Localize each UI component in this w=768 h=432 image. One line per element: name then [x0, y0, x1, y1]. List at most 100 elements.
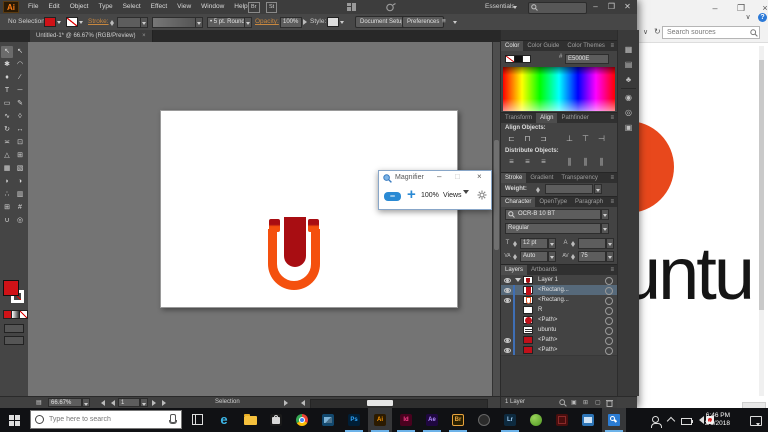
- last-artboard-icon[interactable]: [162, 400, 169, 406]
- media-app-button[interactable]: [576, 408, 600, 432]
- bgwin-collapse-chevron-icon[interactable]: ∨: [743, 13, 753, 23]
- tab-close-icon[interactable]: ×: [142, 33, 146, 39]
- stroke-dropdown-arrow-icon[interactable]: [78, 17, 85, 28]
- mesh-tool[interactable]: ▦: [1, 163, 13, 175]
- target-circle-icon[interactable]: [605, 347, 613, 355]
- width-profile-field[interactable]: [152, 17, 196, 28]
- views-dropdown-arrow-icon[interactable]: [463, 190, 469, 197]
- scale-tool[interactable]: ↔: [14, 124, 26, 136]
- eraser-tool[interactable]: ◊: [14, 111, 26, 123]
- vscroll-thumb[interactable]: [494, 140, 499, 250]
- workspace-dropdown-arrow-icon[interactable]: [512, 2, 520, 13]
- layer-name[interactable]: <Rectang...: [538, 295, 569, 305]
- selection-tool[interactable]: ↖: [1, 46, 13, 58]
- share-hand-icon[interactable]: [386, 3, 396, 12]
- magnifier-titlebar[interactable]: Magnifier – □ ×: [379, 171, 491, 185]
- menu-select[interactable]: Select: [123, 0, 141, 14]
- workspace-switcher[interactable]: Essentials: [485, 0, 515, 15]
- distribute-middle-icon[interactable]: ≡: [521, 156, 534, 167]
- eyedropper-tool[interactable]: ◗: [1, 176, 13, 188]
- hscroll-left-icon[interactable]: [298, 400, 305, 406]
- direct-selection-tool[interactable]: ↖: [14, 46, 26, 58]
- swatches-panel-icon[interactable]: ▦: [622, 44, 635, 55]
- leading-dropdown[interactable]: [606, 238, 614, 249]
- new-layer-icon[interactable]: ▢: [595, 399, 601, 406]
- font-family-field[interactable]: OCR-B 10 BT: [505, 209, 601, 220]
- menu-help[interactable]: Help: [234, 0, 247, 14]
- graph-tool[interactable]: ▥: [14, 189, 26, 201]
- font-style-field[interactable]: Regular: [505, 223, 601, 234]
- bgwin-scrollbar-thumb[interactable]: [759, 60, 764, 310]
- layer-row[interactable]: <Path>: [501, 345, 617, 356]
- layer-name[interactable]: <Rectang...: [538, 285, 569, 295]
- distribute-left-icon[interactable]: ∥: [563, 156, 576, 167]
- logo-right-dot[interactable]: [308, 219, 319, 232]
- align-center-icon[interactable]: ⊓: [521, 133, 534, 144]
- weight-stepper[interactable]: [535, 184, 542, 195]
- shape-builder-tool[interactable]: △: [1, 150, 13, 162]
- maximize-button[interactable]: ❐: [604, 0, 619, 13]
- opacity-field[interactable]: 100%: [280, 17, 302, 28]
- task-view-button[interactable]: [186, 408, 210, 432]
- style-dropdown-arrow-icon[interactable]: [339, 17, 346, 28]
- style-swatch[interactable]: [327, 17, 339, 27]
- logo-u-shape[interactable]: [268, 229, 320, 290]
- libraries-panel-icon[interactable]: ▣: [622, 122, 635, 133]
- indesign-button[interactable]: Id: [394, 408, 418, 432]
- fill-color-swatch[interactable]: [44, 17, 56, 27]
- opacity-arrow-icon[interactable]: [303, 19, 310, 25]
- hidden-icons-chevron[interactable]: [666, 416, 676, 426]
- views-dropdown[interactable]: Views: [443, 192, 462, 199]
- visibility-eye-icon[interactable]: [504, 348, 511, 353]
- stroke-color-swatch[interactable]: [66, 17, 78, 27]
- font-size-dropdown[interactable]: [548, 238, 556, 249]
- stock-button[interactable]: St: [266, 2, 278, 13]
- fill-dropdown-arrow-icon[interactable]: [56, 17, 63, 28]
- type-tool[interactable]: T: [1, 85, 13, 97]
- close-button[interactable]: ✕: [620, 0, 635, 13]
- bgwin-minimize-button[interactable]: –: [710, 3, 720, 13]
- clipping-mask-icon[interactable]: ▣: [571, 399, 577, 406]
- align-top-icon[interactable]: ⊥: [563, 133, 576, 144]
- target-circle-icon[interactable]: [605, 277, 613, 285]
- white-swatch[interactable]: [522, 55, 531, 63]
- bgwin-dropdown-chevron-icon[interactable]: ∨: [643, 28, 648, 36]
- document-tab[interactable]: Untitled-1* @ 66.67% (RGB/Preview) ×: [30, 30, 153, 42]
- lasso-tool[interactable]: ◠: [14, 59, 26, 71]
- visibility-eye-icon[interactable]: [504, 278, 511, 283]
- layer-name[interactable]: <Path>: [538, 315, 557, 325]
- graphic-styles-panel-icon[interactable]: ◎: [622, 107, 635, 118]
- brush-dropdown[interactable]: [244, 17, 252, 28]
- weight-field[interactable]: [545, 184, 593, 194]
- font-size-field[interactable]: 12 pt: [520, 238, 548, 249]
- distribute-right-icon[interactable]: ∥: [595, 156, 608, 167]
- kerning-dropdown[interactable]: [548, 251, 556, 262]
- action-center-icon[interactable]: [750, 416, 762, 426]
- perspective-grid-tool[interactable]: ⊞: [14, 150, 26, 162]
- status-expand-icon[interactable]: [284, 400, 291, 406]
- menu-object[interactable]: Object: [70, 0, 89, 14]
- new-sublayer-icon[interactable]: ⊞: [583, 399, 588, 406]
- dark-red-app-button[interactable]: [550, 408, 574, 432]
- target-circle-icon[interactable]: [605, 337, 613, 345]
- green-app-button[interactable]: [524, 408, 548, 432]
- layer-name[interactable]: <Path>: [538, 345, 557, 355]
- artboard-tool[interactable]: ⊞: [1, 202, 13, 214]
- dark-circle-app-button[interactable]: [472, 408, 496, 432]
- taskbar-search-input[interactable]: [30, 410, 182, 429]
- speaker-icon[interactable]: [695, 416, 704, 424]
- symbols-panel-icon[interactable]: ♣: [622, 74, 635, 85]
- first-artboard-icon[interactable]: [98, 400, 105, 406]
- width-tool[interactable]: ≍: [1, 137, 13, 149]
- target-circle-icon[interactable]: [605, 287, 613, 295]
- lightroom-button[interactable]: Lr: [498, 408, 522, 432]
- file-explorer-button[interactable]: [238, 408, 262, 432]
- menu-view[interactable]: View: [177, 0, 191, 14]
- curvature-tool[interactable]: ∕: [14, 72, 26, 84]
- visibility-eye-icon[interactable]: [504, 288, 511, 293]
- distribute-center-icon[interactable]: ∥: [579, 156, 592, 167]
- magnifier-close-button[interactable]: ×: [477, 172, 482, 181]
- fill-swatch-control[interactable]: [3, 280, 19, 296]
- artboard-number-field[interactable]: 1: [118, 398, 140, 407]
- hand-tool[interactable]: ∪: [1, 215, 13, 227]
